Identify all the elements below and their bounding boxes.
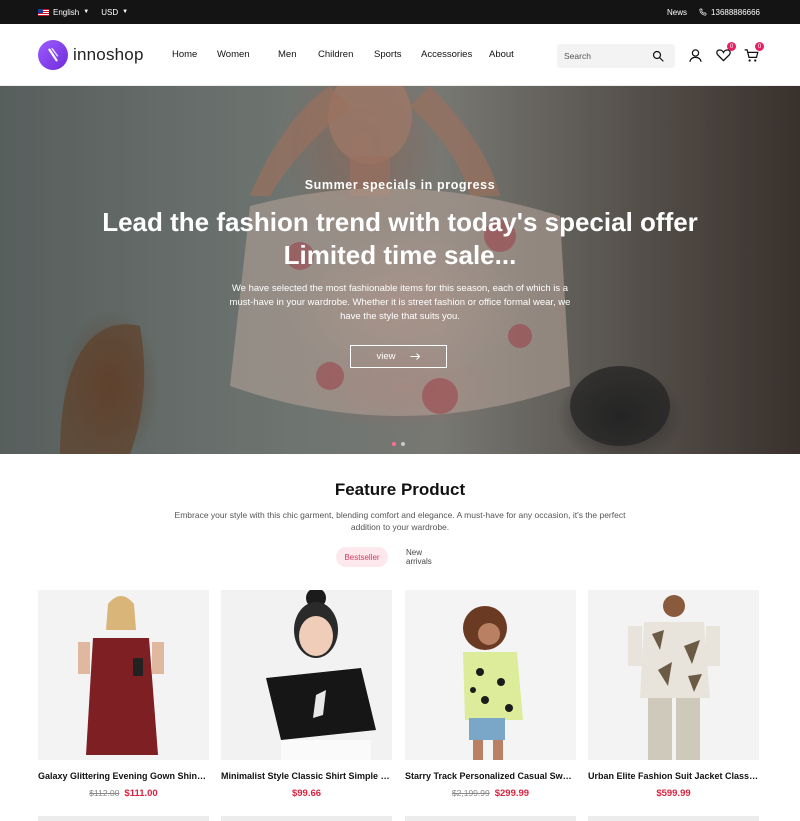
hero-subtitle: Summer specials in progress: [304, 178, 496, 192]
currency-label: USD: [101, 7, 119, 17]
wishlist-count-badge: 0: [727, 42, 736, 51]
top-bar-left: English ▼ USD ▼: [38, 8, 128, 17]
wishlist-button[interactable]: 0: [714, 42, 736, 64]
top-bar-right: News 13688886666: [667, 8, 760, 17]
sale-price: $599.99: [656, 788, 691, 799]
news-link[interactable]: News: [667, 8, 687, 17]
feature-section-title: Feature Product: [334, 480, 466, 499]
carousel-dots: [392, 442, 405, 446]
product-card-next-row: [38, 816, 209, 821]
hero-view-button[interactable]: view: [350, 345, 447, 368]
product-name[interactable]: Starry Track Personalized Casual Sweater…: [405, 771, 576, 781]
nav-sports[interactable]: Sports: [374, 49, 421, 60]
hero-title-line-2: Limited time sale...: [283, 240, 517, 270]
logo-mark-icon: [38, 39, 68, 70]
product-image[interactable]: [221, 590, 392, 760]
product-name[interactable]: Minimalist Style Classic Shirt Simple bu…: [221, 771, 392, 781]
phone-contact[interactable]: 13688886666: [699, 8, 760, 17]
main-nav: Home Women Men Children Sports Accessori…: [172, 49, 529, 60]
phone-number: 13688886666: [711, 7, 760, 17]
hero-view-label: view: [376, 351, 396, 362]
product-price: $2,199.99 $299.99: [405, 788, 576, 799]
nav-women[interactable]: Women: [217, 49, 278, 60]
hero-title-line-1: Lead the fashion trend with today's spec…: [102, 207, 698, 237]
product-photo-shirt: [628, 595, 720, 760]
phone-icon: [699, 8, 707, 16]
feature-section-description: Embrace your style with this chic garmen…: [174, 510, 626, 532]
carousel-dot-2[interactable]: [401, 442, 405, 446]
product-photo-sweater: [463, 606, 523, 760]
chevron-down-icon: ▼: [83, 9, 90, 15]
product-card[interactable]: Minimalist Style Classic Shirt Simple bu…: [221, 590, 392, 799]
hero-banner: Summer specials in progress Lead the fas…: [0, 86, 800, 454]
hero-content: Summer specials in progress Lead the fas…: [0, 86, 800, 454]
user-icon: [688, 48, 702, 62]
product-photo-tshirt: [266, 590, 376, 760]
nav-home[interactable]: Home: [172, 49, 217, 60]
product-name[interactable]: Urban Elite Fashion Suit Jacket Classic …: [588, 771, 759, 781]
search-box: [557, 44, 675, 68]
product-card-next-row: [405, 816, 576, 821]
nav-men[interactable]: Men: [278, 49, 318, 60]
logo-text: innoshop: [73, 44, 144, 64]
product-card-next-row: [221, 816, 392, 821]
product-price: $112.00 $111.00: [38, 788, 209, 799]
cart-button[interactable]: 0: [742, 42, 764, 64]
product-image[interactable]: [588, 590, 759, 760]
product-card[interactable]: Urban Elite Fashion Suit Jacket Classic …: [588, 590, 759, 799]
product-price: $99.66: [221, 788, 392, 799]
product-price: $599.99: [588, 788, 759, 799]
sale-price: $299.99: [494, 788, 530, 799]
search-input[interactable]: [564, 51, 652, 61]
product-card-next-row: [588, 816, 759, 821]
sale-price: $111.00: [124, 788, 158, 799]
original-price: $2,199.99: [451, 788, 490, 798]
account-button[interactable]: [686, 46, 704, 64]
language-selector[interactable]: English ▼: [38, 8, 89, 17]
nav-about[interactable]: About: [489, 49, 529, 60]
nav-accessories[interactable]: Accessories: [421, 49, 489, 60]
product-card[interactable]: Galaxy Glittering Evening Gown Shines ..…: [38, 590, 209, 799]
product-tabs: Bestseller New arrivals: [336, 547, 458, 567]
cart-count-badge: 0: [755, 42, 764, 51]
top-bar: English ▼ USD ▼ News 13688886666: [0, 0, 800, 24]
tab-new-arrivals[interactable]: New arrivals: [396, 547, 458, 567]
main-header: innoshop Home Women Men Children Sports …: [0, 24, 800, 86]
carousel-dot-1[interactable]: [392, 442, 396, 446]
currency-selector[interactable]: USD ▼: [101, 8, 128, 17]
product-name[interactable]: Galaxy Glittering Evening Gown Shines ..…: [38, 771, 209, 781]
hero-title: Lead the fashion trend with today's spec…: [0, 206, 800, 272]
language-label: English: [53, 7, 80, 17]
search-icon[interactable]: [652, 50, 664, 62]
tab-bestseller[interactable]: Bestseller: [336, 547, 388, 567]
arrow-right-icon: [410, 353, 420, 360]
product-card[interactable]: Starry Track Personalized Casual Sweater…: [405, 590, 576, 799]
product-photo-dress: [78, 596, 164, 755]
product-image[interactable]: [405, 590, 576, 760]
product-image[interactable]: [38, 590, 209, 760]
sale-price: $99.66: [291, 788, 322, 799]
original-price: $112.00: [89, 788, 120, 798]
logo[interactable]: innoshop: [38, 39, 172, 70]
nav-children[interactable]: Children: [318, 49, 374, 60]
chevron-down-icon: ▼: [122, 9, 129, 15]
hero-description: We have selected the most fashionable it…: [229, 283, 571, 322]
us-flag-icon: [38, 8, 49, 16]
